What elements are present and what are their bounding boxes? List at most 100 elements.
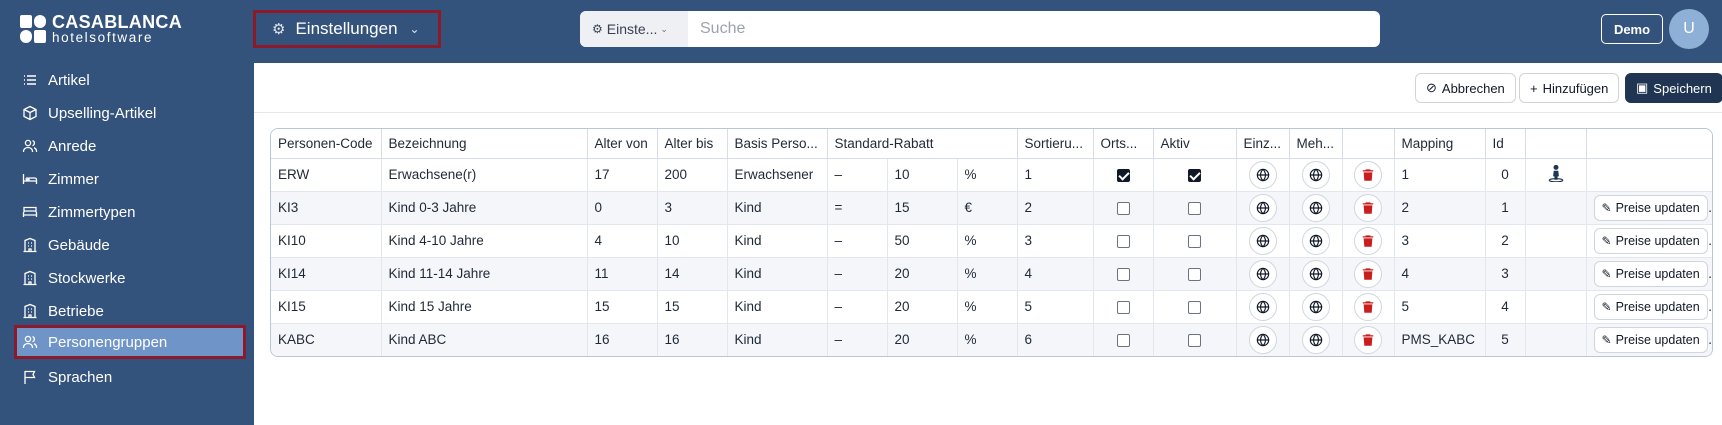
cell-basis[interactable]: Kind [727, 191, 828, 225]
add-button[interactable]: + Hinzufügen [1519, 73, 1620, 103]
globe-icon[interactable] [1248, 193, 1277, 222]
cell-age-to[interactable]: 3 [657, 191, 728, 225]
save-button[interactable]: ▣ Speichern [1625, 73, 1722, 103]
cell-discount-value[interactable]: 15 [887, 191, 958, 225]
cell-discount-unit[interactable]: % [957, 290, 1018, 324]
cell-sort[interactable]: 2 [1017, 191, 1094, 225]
trash-icon[interactable] [1354, 193, 1383, 222]
sidebar-item-zimmertypen[interactable]: Zimmertypen [14, 195, 246, 229]
active-checkbox[interactable] [1188, 168, 1202, 182]
column-header[interactable]: Meh... [1289, 129, 1343, 159]
cell-basis[interactable]: Kind [727, 290, 828, 324]
active-checkbox[interactable] [1188, 267, 1202, 281]
demo-button[interactable]: Demo [1601, 14, 1663, 44]
cell-name[interactable]: Kind ABC [381, 323, 588, 356]
cell-age-from[interactable]: 17 [587, 158, 658, 192]
active-checkbox[interactable] [1188, 201, 1202, 215]
column-header[interactable]: Standard-Rabatt [827, 129, 1018, 159]
cell-age-to[interactable]: 15 [657, 290, 728, 324]
cell-sort[interactable]: 1 [1017, 158, 1094, 192]
search-scope-dropdown[interactable]: ⚙ Einste... ⌄ [580, 11, 688, 47]
ortstaxe-checkbox[interactable] [1116, 267, 1130, 281]
cell-name[interactable]: Kind 15 Jahre [381, 290, 588, 324]
cell-age-from[interactable]: 4 [587, 224, 658, 258]
column-header[interactable]: Bezeichnung [381, 129, 588, 159]
update-prices-button[interactable]: ✎ Preise updaten [1593, 293, 1708, 320]
sidebar-item-personengruppen[interactable]: Personengruppen [14, 325, 246, 359]
trash-icon[interactable] [1354, 160, 1383, 189]
cell-age-to[interactable]: 10 [657, 224, 728, 258]
column-header[interactable]: Sortieru... [1017, 129, 1094, 159]
globe-icon[interactable] [1248, 259, 1277, 288]
globe-icon[interactable] [1248, 325, 1277, 354]
cell-name[interactable]: Erwachsene(r) [381, 158, 588, 192]
cell-age-to[interactable]: 200 [657, 158, 728, 192]
update-prices-button[interactable]: ✎ Preise updaten [1593, 194, 1708, 221]
cell-discount-value[interactable]: 10 [887, 158, 958, 192]
casablanca-logo[interactable]: CASABLANCA hotelsoftware [20, 13, 182, 45]
cell-discount-sign[interactable]: = [827, 191, 888, 225]
cell-discount-unit[interactable]: % [957, 158, 1018, 192]
active-checkbox[interactable] [1188, 234, 1202, 248]
ortstaxe-checkbox[interactable] [1116, 168, 1130, 182]
sidebar-item-zimmer[interactable]: Zimmer [14, 162, 246, 196]
column-header[interactable]: Basis Perso... [727, 129, 828, 159]
cell-code[interactable]: KI15 [271, 290, 382, 324]
cell-basis[interactable]: Erwachsener [727, 158, 828, 192]
column-header[interactable]: Orts... [1093, 129, 1154, 159]
cell-discount-sign[interactable]: – [827, 158, 888, 192]
table-row[interactable]: KI3 Kind 0-3 Jahre 0 3 Kind = 15 €2 2 1 ✎ Preise up… [271, 191, 1712, 225]
cell-discount-unit[interactable]: % [957, 323, 1018, 356]
update-prices-button[interactable]: ✎ Preise updaten [1593, 326, 1708, 353]
column-header[interactable]: Id [1485, 129, 1526, 159]
column-header[interactable]: Personen-Code [271, 129, 382, 159]
sidebar-item-artikel[interactable]: Artikel [14, 63, 246, 97]
trash-icon[interactable] [1354, 259, 1383, 288]
cell-age-from[interactable]: 0 [587, 191, 658, 225]
cell-sort[interactable]: 6 [1017, 323, 1094, 356]
sidebar-item-anrede[interactable]: Anrede [14, 129, 246, 163]
update-prices-button[interactable]: ✎ Preise updaten [1593, 260, 1708, 287]
cell-discount-value[interactable]: 50 [887, 224, 958, 258]
cell-discount-unit[interactable]: % [957, 224, 1018, 258]
globe-icon[interactable] [1301, 193, 1330, 222]
cell-discount-value[interactable]: 20 [887, 257, 958, 291]
cell-discount-sign[interactable]: – [827, 290, 888, 324]
cell-basis[interactable]: Kind [727, 224, 828, 258]
user-avatar[interactable]: U [1669, 9, 1709, 49]
cell-age-from[interactable]: 15 [587, 290, 658, 324]
globe-icon[interactable] [1248, 292, 1277, 321]
cell-age-from[interactable]: 11 [587, 257, 658, 291]
cell-mapping[interactable]: PMS_KABC [1394, 323, 1486, 356]
globe-icon[interactable] [1248, 160, 1277, 189]
cell-sort[interactable]: 4 [1017, 257, 1094, 291]
cell-age-to[interactable]: 16 [657, 323, 728, 356]
trash-icon[interactable] [1354, 292, 1383, 321]
globe-icon[interactable] [1301, 325, 1330, 354]
cell-name[interactable]: Kind 0-3 Jahre [381, 191, 588, 225]
globe-icon[interactable] [1248, 226, 1277, 255]
cell-age-to[interactable]: 14 [657, 257, 728, 291]
search-input[interactable] [688, 11, 1380, 47]
cell-name[interactable]: Kind 11-14 Jahre [381, 257, 588, 291]
table-row[interactable]: KI14 Kind 11-14 Jahre 11 14 Kind –20% 4 4 3 ✎ Prei… [271, 257, 1712, 291]
column-header[interactable]: Aktiv [1153, 129, 1237, 159]
cell-name[interactable]: Kind 4-10 Jahre [381, 224, 588, 258]
cell-sort[interactable]: 3 [1017, 224, 1094, 258]
table-row[interactable]: KI10 Kind 4-10 Jahre 4 10 Kind –50% 3 3 2 ✎ Preise… [271, 224, 1712, 258]
ortstaxe-checkbox[interactable] [1116, 300, 1130, 314]
cell-mapping[interactable]: 4 [1394, 257, 1486, 291]
update-prices-button[interactable]: ✎ Preise updaten [1593, 227, 1708, 254]
sidebar-item-gebaeude[interactable]: Gebäude [14, 228, 246, 262]
cell-discount-sign[interactable]: – [827, 257, 888, 291]
cell-discount-sign[interactable]: – [827, 323, 888, 356]
column-header[interactable]: Alter von [587, 129, 658, 159]
table-row[interactable]: ERW Erwachsene(r) 17 200 Erwachsener –10% 1 1 0 [271, 158, 1712, 192]
cell-mapping[interactable]: 2 [1394, 191, 1486, 225]
ortstaxe-checkbox[interactable] [1116, 201, 1130, 215]
globe-icon[interactable] [1301, 226, 1330, 255]
globe-icon[interactable] [1301, 259, 1330, 288]
cell-code[interactable]: ERW [271, 158, 382, 192]
module-dropdown[interactable]: ⚙ Einstellungen ⌄ [253, 10, 441, 48]
cell-discount-unit[interactable]: % [957, 257, 1018, 291]
